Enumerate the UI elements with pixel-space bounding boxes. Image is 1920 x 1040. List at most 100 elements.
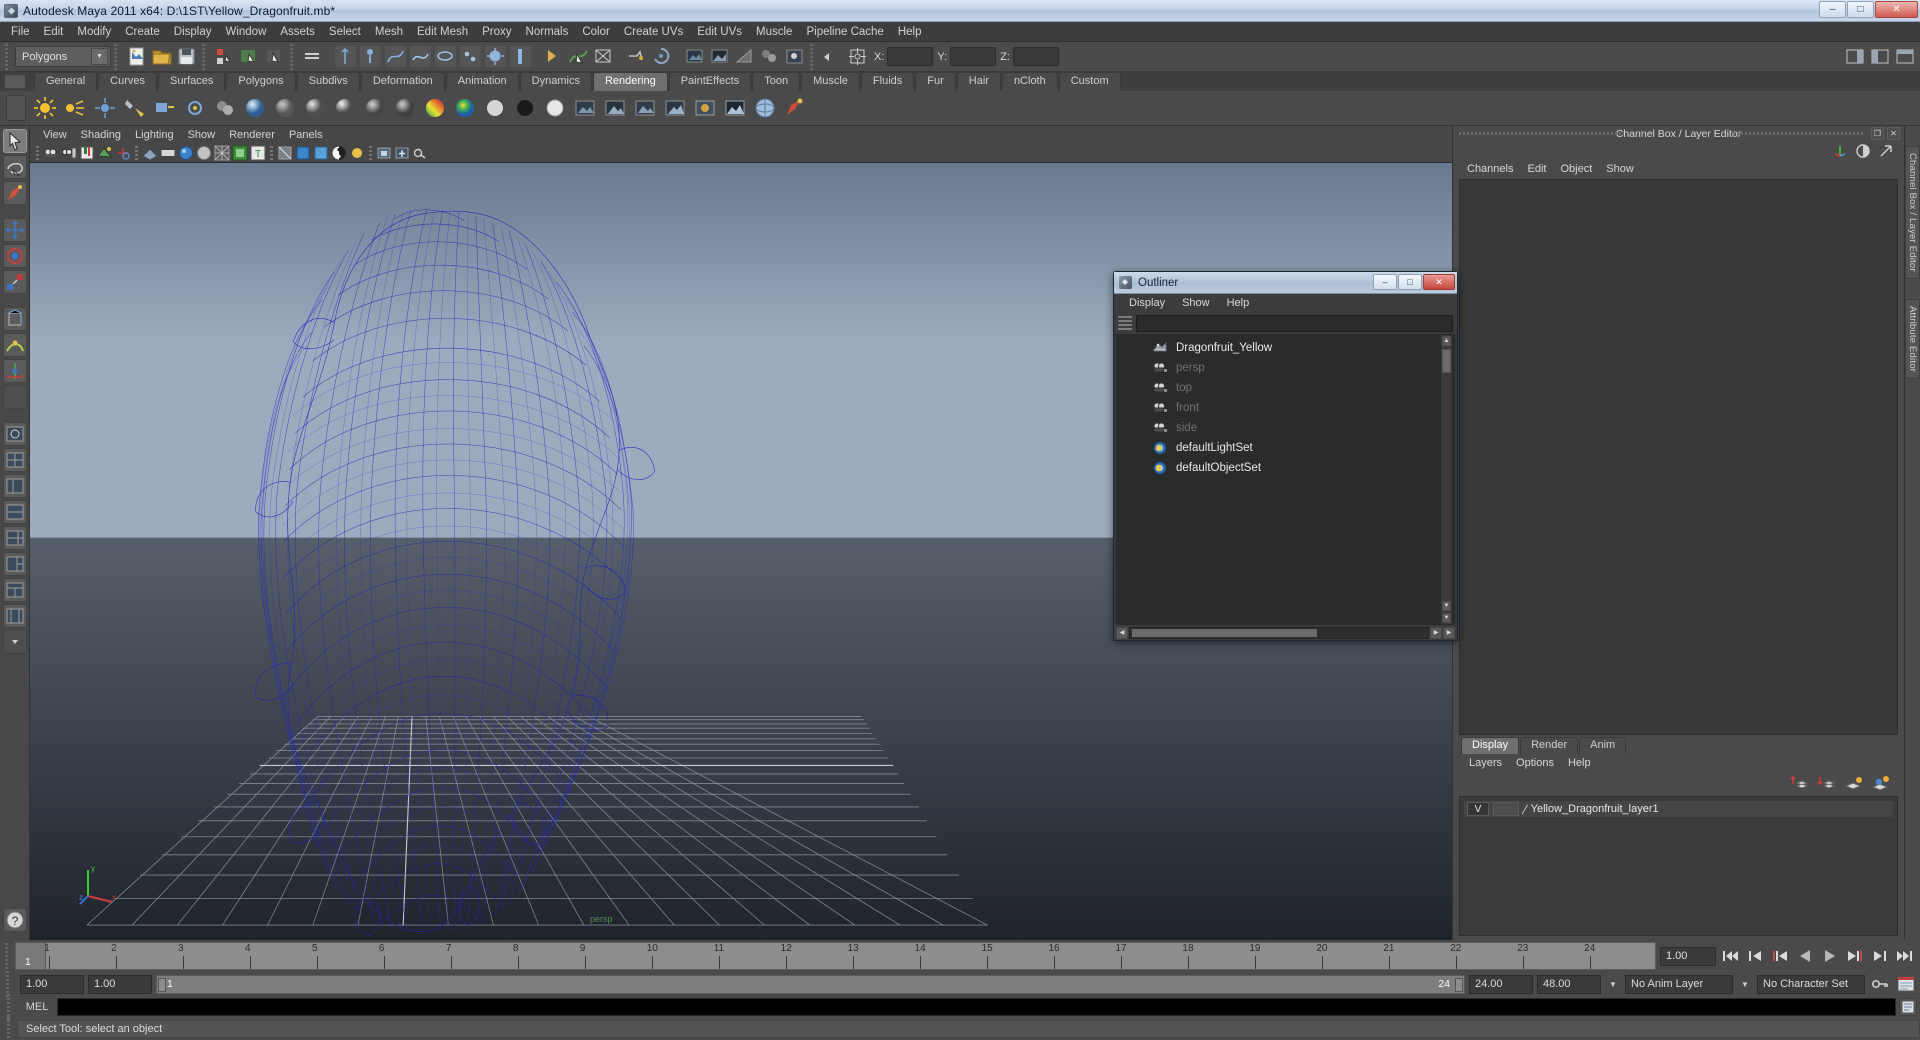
character-set-field[interactable]: No Character Set [1757, 974, 1865, 994]
xray-active-components-icon[interactable] [313, 145, 329, 161]
select-camera-icon[interactable] [43, 145, 59, 161]
shelf-tab-polygons[interactable]: Polygons [226, 72, 296, 91]
anim-layer-chevron-down-icon[interactable]: ▼ [1605, 975, 1621, 994]
half-circle-icon[interactable] [1855, 143, 1871, 159]
toolbar-grip[interactable] [4, 43, 13, 70]
shelf-tab-animation[interactable]: Animation [445, 72, 519, 91]
shelf-tab-general[interactable]: General [34, 72, 98, 91]
shelf-tab-fluids[interactable]: Fluids [860, 72, 915, 91]
grid-toggle-icon[interactable] [142, 145, 158, 161]
layer-tab-anim[interactable]: Anim [1579, 737, 1627, 754]
mask-deformers-icon[interactable] [434, 45, 457, 68]
outliner-item-defaultlightset[interactable]: defaultLightSet [1116, 438, 1455, 458]
step-forward-key-button[interactable] [1869, 945, 1891, 967]
viewport-menu-panels[interactable]: Panels [282, 128, 330, 142]
viewport-menu-shading[interactable]: Shading [74, 128, 128, 142]
shading-map-icon[interactable] [512, 95, 538, 121]
layout-more-button[interactable] [2, 630, 27, 654]
y-input[interactable] [950, 47, 997, 66]
camera-attributes-icon[interactable] [61, 145, 77, 161]
shelf-tab-dynamics[interactable]: Dynamics [519, 72, 592, 91]
animation-start-time-field[interactable]: 1.00 [20, 974, 84, 994]
high-quality-render-icon[interactable] [331, 145, 347, 161]
help-line-grip[interactable] [6, 1016, 15, 1040]
layer-name[interactable]: Yellow_Dragonfruit_layer1 [1531, 803, 1659, 815]
anim-layer-field[interactable]: No Anim Layer [1625, 974, 1733, 994]
ambient-light-icon[interactable] [32, 95, 58, 121]
outliner-menu-display[interactable]: Display [1122, 296, 1172, 310]
bookmark-icon[interactable] [79, 145, 95, 161]
outliner-window[interactable]: Outliner – □ ✕ Display Show Help Dragonf… [1113, 271, 1458, 641]
layout-hypershade-icon[interactable] [2, 526, 27, 550]
render-globe-icon[interactable] [242, 95, 268, 121]
construction-history-icon[interactable] [650, 45, 673, 68]
close-button[interactable]: ✕ [1875, 1, 1918, 18]
viewport-menu-renderer[interactable]: Renderer [222, 128, 282, 142]
outliner-item-dragonfruit-yellow[interactable]: Dragonfruit_Yellow [1116, 338, 1455, 358]
channel-menu-object[interactable]: Object [1554, 162, 1598, 176]
axis-manipulator-icon[interactable] [1832, 143, 1848, 159]
playback-start-time-field[interactable]: 1.00 [88, 974, 152, 994]
menu-assets[interactable]: Assets [273, 24, 322, 40]
snap-to-grid-icon[interactable] [542, 45, 565, 68]
absolute-relative-transform-icon[interactable] [821, 45, 844, 68]
menu-color[interactable]: Color [575, 24, 616, 40]
scale-tool[interactable] [2, 270, 27, 294]
shelf-tab-ncloth[interactable]: nCloth [1001, 72, 1058, 91]
outliner-item-persp[interactable]: persp [1116, 358, 1455, 378]
shelf-tab-subdivs[interactable]: Subdivs [296, 72, 360, 91]
layer-tab-render[interactable]: Render [1520, 737, 1579, 754]
flat-shaded-icon[interactable] [196, 145, 212, 161]
xray-display-icon[interactable] [277, 145, 293, 161]
render-settings-icon[interactable] [733, 45, 756, 68]
selection-mask-menu-icon[interactable] [301, 45, 324, 68]
shelf-tab-custom[interactable]: Custom [1058, 72, 1121, 91]
isolate-remove-icon[interactable] [412, 145, 428, 161]
layout-three-pane-icon[interactable] [2, 578, 27, 602]
phonge-shader-icon[interactable] [362, 95, 388, 121]
render-current-frame-icon[interactable] [683, 45, 706, 68]
scrollbar-thumb[interactable] [1442, 349, 1451, 373]
surface-shader-icon[interactable] [452, 95, 478, 121]
phong-shader-icon[interactable] [332, 95, 358, 121]
new-scene-icon[interactable] [125, 45, 148, 68]
outliner-item-front[interactable]: front [1116, 398, 1455, 418]
scroll-page-down-icon[interactable]: ▼ [1442, 613, 1451, 623]
shelf-tab-painteffects[interactable]: PaintEffects [668, 72, 752, 91]
channel-box-content[interactable] [1459, 179, 1898, 735]
lasso-tool[interactable] [2, 155, 27, 179]
mask-handles-icon[interactable] [334, 45, 357, 68]
select-tool[interactable] [2, 129, 27, 153]
toolbar-grip-3[interactable] [201, 43, 210, 70]
scroll-right-page-icon[interactable]: ▶ [1443, 626, 1455, 639]
layer-color-swatch-icon[interactable]: / [1521, 802, 1529, 817]
layer-visibility-toggle[interactable]: V [1467, 802, 1489, 816]
select-by-component-icon[interactable] [263, 45, 286, 68]
render-layer-1-icon[interactable] [572, 95, 598, 121]
point-light-icon[interactable] [92, 95, 118, 121]
viewport-toolbar-grip-3[interactable] [268, 145, 275, 160]
viewport-toolbar-grip-2[interactable] [133, 145, 140, 160]
blinn-shader-icon[interactable] [302, 95, 328, 121]
text-display-icon[interactable]: T [250, 145, 266, 161]
paint-effects-brush-icon[interactable] [782, 95, 808, 121]
time-slider[interactable]: 1 1 2 3 4 5 6 7 8 9 10 11 12 13 14 15 16 17 18 19 20 21 22 23 2… [15, 942, 1656, 970]
vertical-tab-channel-box[interactable]: Channel Box / Layer Editor [1905, 146, 1920, 279]
show-manipulator-tool[interactable] [2, 359, 27, 383]
menu-help[interactable]: Help [891, 24, 929, 40]
panel-restore-button[interactable]: ❐ [1871, 127, 1884, 140]
environment-sphere-icon[interactable] [752, 95, 778, 121]
snap-to-curve-icon[interactable] [567, 45, 590, 68]
go-to-start-button[interactable] [1719, 945, 1741, 967]
viewport-toolbar-grip[interactable] [34, 145, 41, 160]
texture-display-icon[interactable] [232, 145, 248, 161]
outliner-list[interactable]: Dragonfruit_Yellow persp top front side … [1116, 334, 1455, 625]
outliner-horizontal-scrollbar[interactable]: ◀ ▶ ▶ [1114, 625, 1457, 640]
snap-to-point-icon[interactable] [592, 45, 615, 68]
auto-keyframe-toggle-icon[interactable] [1869, 973, 1891, 995]
menu-edit[interactable]: Edit [37, 24, 71, 40]
menu-mesh[interactable]: Mesh [368, 24, 410, 40]
layer-tab-display[interactable]: Display [1461, 737, 1520, 754]
render-view-icon[interactable] [783, 45, 806, 68]
menu-modify[interactable]: Modify [70, 24, 118, 40]
